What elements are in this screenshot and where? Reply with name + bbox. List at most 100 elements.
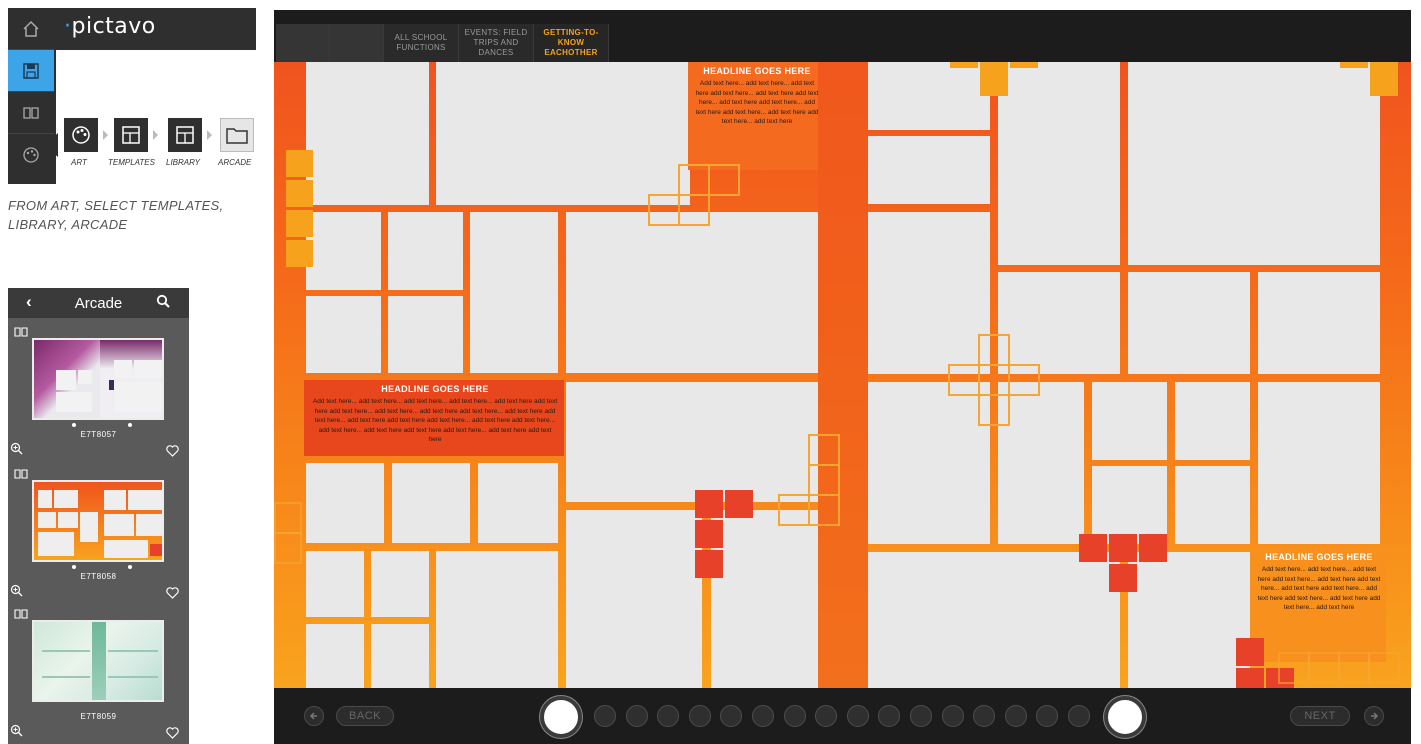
tab-getting-to-know[interactable]: GETTING-TO-KNOW EACHOTHER: [534, 24, 609, 62]
page-thumb[interactable]: [626, 705, 648, 727]
arcade-card[interactable]: E7T8059: [8, 602, 189, 744]
heart-icon[interactable]: [166, 726, 179, 744]
photo-frame[interactable]: [306, 551, 364, 617]
page-thumb[interactable]: [973, 705, 995, 727]
book-button[interactable]: [8, 92, 54, 134]
next-arrow-button[interactable]: [1364, 706, 1384, 726]
book-icon[interactable]: [14, 606, 28, 624]
photo-frame[interactable]: [478, 463, 558, 543]
template-thumbnail[interactable]: [32, 620, 164, 702]
decor-square: [950, 62, 978, 68]
arcade-card[interactable]: E7T8057: [8, 320, 189, 464]
photo-frame[interactable]: [306, 212, 381, 290]
arcade-card[interactable]: E7T8058: [8, 462, 189, 606]
photo-frame[interactable]: [868, 382, 990, 544]
page-thumb[interactable]: [1036, 705, 1058, 727]
search-icon[interactable]: [156, 294, 170, 312]
photo-frame[interactable]: [388, 212, 463, 290]
photo-frame[interactable]: [868, 552, 1120, 688]
photo-frame[interactable]: [306, 624, 364, 688]
photo-frame[interactable]: [1128, 62, 1380, 265]
photo-frame[interactable]: [566, 382, 818, 502]
page-thumb[interactable]: [594, 705, 616, 727]
page-thumb[interactable]: [657, 705, 679, 727]
page-thumb[interactable]: [815, 705, 837, 727]
tool-label-arcade: ARCADE: [218, 158, 252, 167]
page-thumb[interactable]: [752, 705, 774, 727]
page-thumb-current[interactable]: [540, 696, 582, 738]
photo-frame[interactable]: [1092, 382, 1167, 460]
photo-frame[interactable]: [392, 463, 470, 543]
photo-frame[interactable]: [1258, 382, 1380, 544]
headline-block-3[interactable]: HEADLINE GOES HERE Add text here... add …: [1256, 552, 1382, 613]
tool-art[interactable]: [64, 118, 98, 152]
decor-outline: [808, 434, 840, 466]
zoom-in-icon[interactable]: [10, 584, 23, 602]
headline-body: Add text here... add text here... add te…: [1257, 566, 1381, 611]
template-thumbnail[interactable]: [32, 480, 164, 562]
next-button[interactable]: NEXT: [1290, 706, 1350, 726]
photo-frame[interactable]: [868, 212, 990, 374]
decor-outline: [1368, 652, 1400, 684]
page-thumb[interactable]: [910, 705, 932, 727]
page-thumb[interactable]: [878, 705, 900, 727]
photo-frame[interactable]: [436, 551, 558, 688]
photo-frame[interactable]: [566, 510, 702, 688]
photo-frame[interactable]: [371, 624, 429, 688]
zoom-in-icon[interactable]: [10, 442, 23, 460]
photo-frame[interactable]: [868, 62, 990, 130]
photo-frame[interactable]: [306, 296, 381, 373]
photo-frame[interactable]: [470, 212, 558, 373]
page-thumb[interactable]: [1068, 705, 1090, 727]
tool-templates[interactable]: [114, 118, 148, 152]
tab-blank-1[interactable]: [276, 24, 330, 62]
template-thumbnail[interactable]: [32, 338, 164, 420]
decor-square: [1370, 68, 1398, 96]
tab-all-school-functions[interactable]: ALL SCHOOL FUNCTIONS: [384, 24, 459, 62]
page-thumb[interactable]: [784, 705, 806, 727]
book-icon[interactable]: [14, 466, 28, 484]
tab-events-field-trips[interactable]: EVENTS: FIELD TRIPS AND DANCES: [459, 24, 534, 62]
page-thumb-current[interactable]: [1104, 696, 1146, 738]
photo-frame[interactable]: [998, 382, 1084, 544]
photo-frame[interactable]: [1092, 466, 1167, 544]
back-button[interactable]: BACK: [336, 706, 394, 726]
page-thumb[interactable]: [720, 705, 742, 727]
heart-icon[interactable]: [166, 444, 179, 462]
photo-frame[interactable]: [388, 296, 463, 373]
brand-logo[interactable]: ·pictavo: [64, 14, 156, 39]
page-thumb[interactable]: [689, 705, 711, 727]
photo-frame[interactable]: [566, 212, 818, 373]
page-thumb[interactable]: [942, 705, 964, 727]
zoom-in-icon[interactable]: [10, 724, 23, 742]
photo-frame[interactable]: [436, 62, 690, 205]
tool-arcade[interactable]: [220, 118, 254, 152]
headline-title: HEADLINE GOES HERE: [381, 384, 489, 394]
palette-icon: [72, 126, 90, 144]
photo-frame[interactable]: [998, 62, 1120, 265]
photo-frame[interactable]: [1128, 552, 1250, 688]
book-icon[interactable]: [14, 324, 28, 342]
photo-frame[interactable]: [868, 136, 990, 204]
photo-frame[interactable]: [371, 551, 429, 617]
page-gutter: [818, 62, 868, 688]
prev-arrow-button[interactable]: [304, 706, 324, 726]
page-spread[interactable]: HEADLINE GOES HERE Add text here... add …: [274, 62, 1411, 688]
headline-block-2[interactable]: HEADLINE GOES HERE Add text here... add …: [312, 384, 558, 454]
photo-frame[interactable]: [1258, 272, 1380, 374]
photo-frame[interactable]: [1128, 272, 1250, 374]
home-button[interactable]: [8, 8, 54, 50]
tool-library[interactable]: [168, 118, 202, 152]
photo-frame[interactable]: [998, 272, 1120, 374]
tab-blank-2[interactable]: [330, 24, 384, 62]
headline-block-1[interactable]: HEADLINE GOES HERE Add text here... add …: [694, 66, 820, 127]
photo-frame[interactable]: [1175, 382, 1250, 460]
back-chevron-icon[interactable]: ‹: [26, 292, 32, 312]
photo-frame[interactable]: [306, 463, 384, 543]
photo-frame[interactable]: [1175, 466, 1250, 544]
save-button[interactable]: [8, 50, 54, 92]
photo-frame[interactable]: [711, 510, 818, 688]
photo-frame[interactable]: [306, 62, 429, 205]
page-thumb[interactable]: [1005, 705, 1027, 727]
page-thumb[interactable]: [847, 705, 869, 727]
